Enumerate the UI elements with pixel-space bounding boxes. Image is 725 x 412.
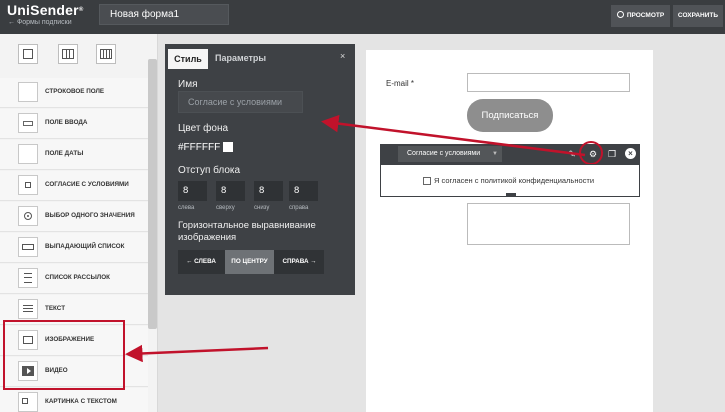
- element-label: ВЫПАДАЮЩИЙ СПИСОК: [45, 243, 125, 250]
- logo-registered-mark: ®: [78, 7, 84, 13]
- top-bar: UniSender® ← Формы подписки Новая форма1…: [0, 0, 725, 34]
- gear-highlight: [579, 141, 603, 165]
- padding-top-caption: сверху: [216, 205, 235, 211]
- copy-icon[interactable]: ❐: [606, 148, 618, 160]
- alignment-switch: ← СЛЕВА ПО ЦЕНТРУ СПРАВА →: [178, 250, 324, 274]
- padding-right-caption: справа: [289, 205, 309, 211]
- padding-bottom-caption: снизу: [254, 205, 270, 211]
- padding-left-caption: слева: [178, 205, 195, 211]
- image-text-icon: [18, 392, 38, 412]
- element-label: ВЫБОР ОДНОГО ЗНАЧЕНИЯ: [45, 212, 135, 219]
- one-column-icon[interactable]: [18, 44, 38, 64]
- close-icon[interactable]: ×: [340, 51, 345, 61]
- text-lines-icon: [18, 299, 38, 319]
- element-dropdown[interactable]: ВЫПАДАЮЩИЙ СПИСОК: [0, 233, 148, 263]
- chevron-down-icon: ▼: [492, 151, 498, 157]
- consent-block[interactable]: Я согласен с политикой конфиденциальност…: [380, 164, 640, 197]
- input-field-icon: [18, 113, 38, 133]
- element-date-field[interactable]: ПОЛЕ ДАТЫ: [0, 140, 148, 170]
- element-label: ПОЛЕ ДАТЫ: [45, 150, 84, 157]
- element-label: ТЕКСТ: [45, 305, 66, 312]
- four-column-icon[interactable]: [96, 44, 116, 64]
- align-right-button[interactable]: СПРАВА →: [275, 250, 324, 274]
- consent-checkbox[interactable]: [423, 177, 431, 185]
- align-left-button[interactable]: ← СЛЕВА: [178, 250, 224, 274]
- resize-handle[interactable]: [506, 193, 516, 197]
- align-center-button[interactable]: ПО ЦЕНТРУ: [225, 250, 274, 274]
- radio-icon: [18, 206, 38, 226]
- alignment-label-line1: Горизонтальное выравнивание: [178, 220, 316, 231]
- layout-row: [0, 34, 148, 74]
- element-consent[interactable]: СОГЛАСИЕ С УСЛОВИЯМИ: [0, 171, 148, 201]
- element-image-with-text[interactable]: КАРТИНКА С ТЕКСТОМ: [0, 388, 148, 412]
- padding-bottom-input[interactable]: 8: [254, 181, 283, 201]
- subscribe-button[interactable]: Подписаться: [467, 99, 553, 132]
- bg-color-input[interactable]: #FFFFFF: [178, 142, 220, 153]
- list-icon: [18, 268, 38, 288]
- save-button[interactable]: СОХРАНИТЬ: [673, 5, 723, 27]
- textarea-field[interactable]: [467, 203, 630, 245]
- consent-text: Я согласен с политикой конфиденциальност…: [434, 176, 595, 185]
- date-field-icon: [18, 144, 38, 164]
- checkbox-icon: [18, 175, 38, 195]
- preview-button[interactable]: ПРОСМОТР: [611, 5, 670, 27]
- alignment-label-line2: изображения: [178, 232, 237, 243]
- element-label: СОГЛАСИЕ С УСЛОВИЯМИ: [45, 181, 129, 188]
- logo[interactable]: UniSender® ← Формы подписки: [7, 3, 83, 27]
- logo-text: UniSender: [7, 2, 79, 18]
- padding-label: Отступ блока: [178, 165, 241, 176]
- text-field-icon: [18, 82, 38, 102]
- tab-style[interactable]: Стиль: [168, 49, 208, 69]
- block-type-select[interactable]: Согласие с условиями ▼: [398, 146, 502, 162]
- email-input[interactable]: [467, 73, 630, 92]
- three-column-icon[interactable]: [58, 44, 78, 64]
- image-video-highlight: [3, 320, 125, 390]
- element-label: СТРОКОВОЕ ПОЛЕ: [45, 88, 105, 95]
- element-text-field[interactable]: СТРОКОВОЕ ПОЛЕ: [0, 78, 148, 108]
- form-name-input[interactable]: Новая форма1: [99, 4, 229, 25]
- block-name-input[interactable]: Согласие с условиями: [178, 91, 303, 113]
- element-input-field[interactable]: ПОЛЕ ВВОДА: [0, 109, 148, 139]
- sidebar-scrollbar[interactable]: [148, 59, 157, 329]
- block-type-value: Согласие с условиями: [407, 150, 481, 157]
- element-mailing-list[interactable]: СПИСОК РАССЫЛОК: [0, 264, 148, 294]
- back-to-forms-link[interactable]: ← Формы подписки: [8, 18, 83, 27]
- color-swatch[interactable]: [223, 142, 233, 152]
- element-label: КАРТИНКА С ТЕКСТОМ: [45, 398, 117, 405]
- padding-left-input[interactable]: 8: [178, 181, 207, 201]
- element-label: СПИСОК РАССЫЛОК: [45, 274, 110, 281]
- dropdown-icon: [18, 237, 38, 257]
- email-label: E-mail *: [386, 79, 415, 88]
- search-icon: [616, 11, 624, 18]
- preview-label: ПРОСМОТР: [626, 12, 665, 19]
- pencil-icon[interactable]: ✎: [566, 148, 578, 160]
- bg-color-label: Цвет фона: [178, 123, 229, 134]
- delete-icon[interactable]: ×: [625, 148, 636, 159]
- block-settings-panel: Стиль Параметры × Имя Согласие с условия…: [165, 44, 355, 295]
- element-radio[interactable]: ВЫБОР ОДНОГО ЗНАЧЕНИЯ: [0, 202, 148, 232]
- tab-parameters[interactable]: Параметры: [215, 53, 266, 63]
- padding-right-input[interactable]: 8: [289, 181, 318, 201]
- element-label: ПОЛЕ ВВОДА: [45, 119, 88, 126]
- alignment-label: Горизонтальное выравнивание изображения: [178, 220, 316, 244]
- name-label: Имя: [178, 79, 198, 90]
- padding-top-input[interactable]: 8: [216, 181, 245, 201]
